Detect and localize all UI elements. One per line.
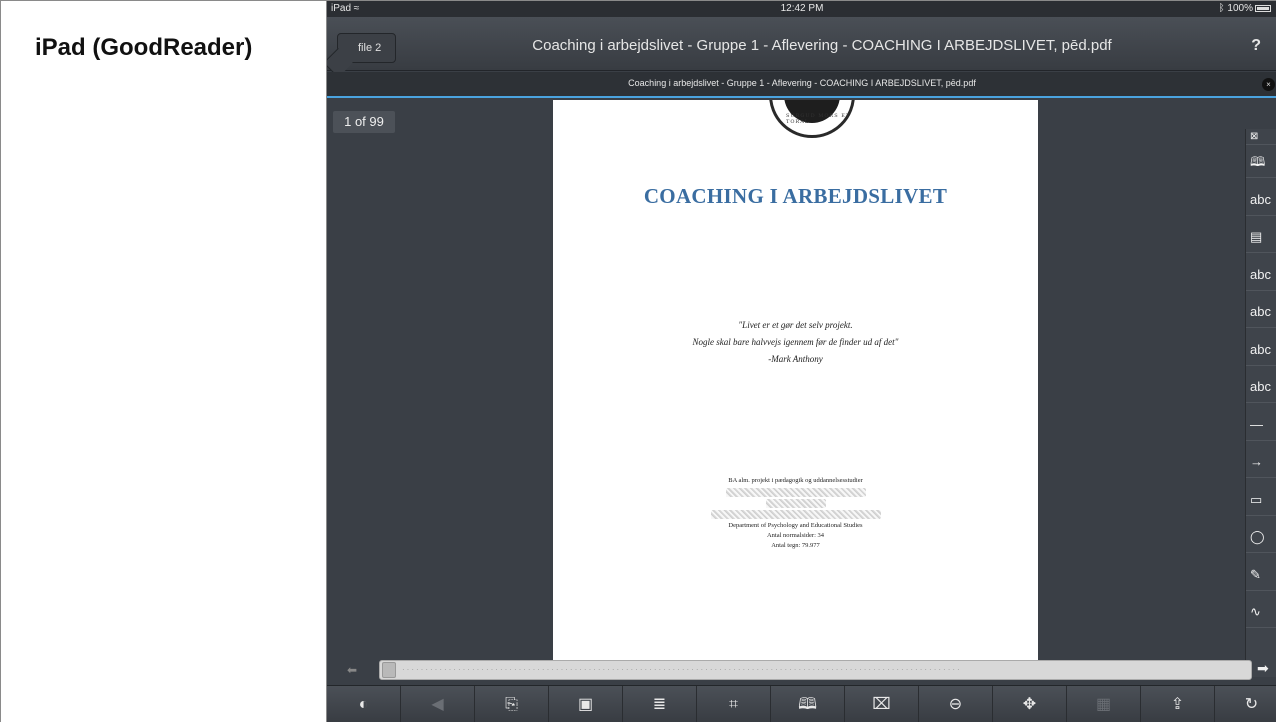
comment-note-icon[interactable]: ▤ bbox=[1246, 220, 1276, 253]
doc-title: COACHING I ARBEJDSLIVET bbox=[643, 184, 948, 208]
underline-tool-icon[interactable]: abc bbox=[1246, 295, 1276, 328]
bookmarks-icon[interactable]: 🕮 bbox=[771, 686, 845, 722]
redacted-block bbox=[725, 488, 866, 497]
redacted-block bbox=[765, 499, 826, 508]
zoom-out-icon[interactable]: ⊖ bbox=[919, 686, 993, 722]
text-tool-icon[interactable]: abc bbox=[1246, 183, 1276, 216]
caption-panel: iPad (GoodReader) bbox=[1, 1, 327, 722]
strikeout-tool-icon[interactable]: abc bbox=[1246, 370, 1276, 403]
university-seal-icon: SURGUD MORS ET TORAL bbox=[769, 100, 855, 138]
arrow-tool-icon[interactable]: → bbox=[1246, 445, 1276, 478]
rectangle-tool-icon[interactable]: ▭ bbox=[1246, 483, 1276, 516]
ipad-screen: iPad ≈ 12:42 PM ᛒ 100% file 2 Coaching i… bbox=[327, 1, 1276, 722]
page-number-icon[interactable]: ⌧ bbox=[845, 686, 919, 722]
info-line: Antal tegn: 79.977 bbox=[771, 542, 820, 549]
night-mode-icon[interactable]: ◐ bbox=[327, 686, 401, 722]
highlight-tool-icon[interactable]: abc bbox=[1246, 258, 1276, 291]
info-line: Antal normalsider: 34 bbox=[766, 532, 825, 539]
rotate-icon[interactable]: ↻ bbox=[1215, 686, 1276, 722]
help-button[interactable]: ? bbox=[1251, 37, 1261, 55]
page-counter: 1 of 99 bbox=[333, 111, 395, 133]
page-scrubber[interactable]: ⬅ ······································… bbox=[347, 658, 1269, 682]
goto-page-icon[interactable]: ⎘ bbox=[475, 686, 549, 722]
slide-frame: iPad (GoodReader) iPad ≈ 12:42 PM ᛒ 100%… bbox=[0, 0, 1276, 722]
page-view-icon[interactable]: ▣ bbox=[549, 686, 623, 722]
redacted-block bbox=[710, 510, 881, 519]
move-icon[interactable]: ✥ bbox=[993, 686, 1067, 722]
battery-icon bbox=[1255, 4, 1271, 12]
file-tab-bar: Coaching i arbejdslivet - Gruppe 1 - Afl… bbox=[327, 72, 1276, 98]
document-title: Coaching i arbejdslivet - Gruppe 1 - Afl… bbox=[532, 37, 1112, 54]
thumbnails-icon[interactable]: ▦ bbox=[1067, 686, 1141, 722]
scrub-track[interactable]: ········································… bbox=[379, 660, 1252, 680]
scrub-dots: ········································… bbox=[402, 665, 962, 674]
scrub-thumb[interactable] bbox=[382, 662, 396, 678]
status-bar: iPad ≈ 12:42 PM ᛒ 100% bbox=[327, 1, 1276, 17]
squiggly-tool-icon[interactable]: abc bbox=[1246, 333, 1276, 366]
oval-tool-icon[interactable]: ◯ bbox=[1246, 520, 1276, 553]
bluetooth-icon: ᛒ bbox=[1218, 3, 1225, 14]
freehand-tool-icon[interactable]: ∿ bbox=[1246, 595, 1276, 628]
crop-icon[interactable]: ⌗ bbox=[697, 686, 771, 722]
quote-line: -Mark Anthony bbox=[768, 354, 823, 364]
panel-close-icon[interactable]: ⊠ bbox=[1246, 129, 1276, 145]
scrub-back-icon[interactable]: ⬅ bbox=[347, 663, 357, 677]
doc-info: BA alm. projekt i pædagogik og uddannels… bbox=[553, 476, 1038, 551]
doc-quote: "Livet er et gør det selv projekt. Nogle… bbox=[553, 317, 1038, 368]
share-icon[interactable]: ⇪ bbox=[1141, 686, 1215, 722]
close-icon[interactable]: × bbox=[1262, 78, 1275, 91]
status-battery: ᛒ 100% bbox=[1219, 3, 1271, 14]
info-line: Department of Psychology and Educational… bbox=[728, 522, 863, 529]
annotation-tool-panel: ⊠ 🕮 abc ▤ abc abc abc abc — → ▭ ◯ ✎ ∿ bbox=[1245, 129, 1276, 677]
seal-text: SURGUD MORS ET TORAL bbox=[786, 113, 851, 125]
scrub-forward-icon[interactable]: ➡ bbox=[1257, 660, 1269, 677]
quote-line: Nogle skal bare halvvejs igennem før de … bbox=[692, 337, 899, 347]
slide-caption: iPad (GoodReader) bbox=[35, 34, 253, 61]
pdf-page[interactable]: SURGUD MORS ET TORAL COACHING I ARBEJDSL… bbox=[553, 100, 1038, 660]
text-reflow-icon[interactable]: ≣ bbox=[623, 686, 697, 722]
back-button[interactable]: file 2 bbox=[337, 33, 397, 63]
line-tool-icon[interactable]: — bbox=[1246, 408, 1276, 441]
bookmark-book-icon[interactable]: 🕮 bbox=[1246, 145, 1276, 178]
back-arrow-icon[interactable]: ◀ bbox=[401, 686, 475, 722]
status-time: 12:42 PM bbox=[780, 3, 824, 14]
navigation-bar: file 2 Coaching i arbejdslivet - Gruppe … bbox=[327, 17, 1276, 71]
file-tab-title[interactable]: Coaching i arbejdslivet - Gruppe 1 - Afl… bbox=[327, 78, 1276, 88]
info-top: BA alm. projekt i pædagogik og uddannels… bbox=[728, 477, 863, 484]
bottom-toolbar: ◐ ◀ ⎘ ▣ ≣ ⌗ 🕮 ⌧ ⊖ ✥ ▦ ⇪ ↻ bbox=[327, 685, 1276, 722]
pen-tool-icon[interactable]: ✎ bbox=[1246, 558, 1276, 591]
quote-line: "Livet er et gør det selv projekt. bbox=[738, 320, 853, 330]
